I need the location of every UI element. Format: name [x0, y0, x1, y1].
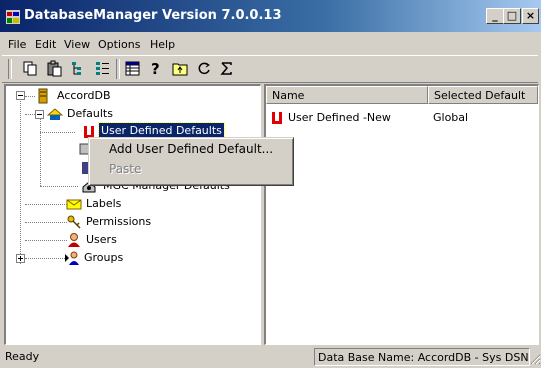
tree-item-accorddb[interactable]: AccordDB — [57, 89, 111, 102]
menu-options[interactable]: Options — [98, 38, 140, 51]
defaults-icon — [47, 108, 63, 120]
sigma-icon[interactable] — [218, 60, 235, 77]
tree-item-permissions[interactable]: Permissions — [86, 215, 151, 228]
tree-line — [40, 186, 78, 187]
tree-line — [25, 204, 67, 205]
tree-line — [25, 96, 35, 97]
tree-line — [20, 101, 21, 264]
users-icon — [68, 233, 80, 247]
groups-icon — [65, 251, 79, 265]
svg-text:?: ? — [151, 60, 160, 77]
details-view-icon[interactable] — [94, 60, 111, 77]
tree-item-groups[interactable]: Groups — [84, 251, 123, 264]
tree-item-labels[interactable]: Labels — [86, 197, 121, 210]
copy-icon[interactable] — [22, 60, 39, 77]
tree-item-user-defined-defaults[interactable]: User Defined Defaults — [98, 122, 225, 139]
maximize-button[interactable]: □ — [503, 8, 521, 24]
menu-help[interactable]: Help — [150, 38, 175, 51]
context-menu-add-user-defined-default[interactable]: Add User Defined Default... — [109, 142, 273, 156]
tree-item-users[interactable]: Users — [86, 233, 117, 246]
expander-groups[interactable] — [16, 254, 25, 263]
database-icon — [38, 88, 48, 104]
context-menu-paste[interactable]: Paste — [109, 162, 141, 176]
column-header-name[interactable]: Name — [266, 86, 428, 104]
list-cell-selected-default: Global — [433, 111, 469, 124]
menu-file[interactable]: File — [8, 38, 26, 51]
tree-line — [40, 132, 75, 133]
list-cell-name[interactable]: User Defined -New — [288, 111, 391, 124]
user-defined-icon — [272, 112, 282, 124]
tree-item-defaults[interactable]: Defaults — [67, 107, 113, 120]
tree-line — [25, 240, 67, 241]
up-folder-icon[interactable] — [172, 60, 189, 77]
labels-icon — [66, 199, 82, 210]
minimize-button[interactable]: _ — [486, 8, 504, 24]
toolbar-grip — [8, 59, 12, 79]
tree-line — [25, 258, 67, 259]
status-ready: Ready — [5, 350, 40, 363]
paste-icon[interactable] — [46, 60, 63, 77]
close-button[interactable]: × — [522, 8, 539, 24]
help-icon[interactable]: ? — [147, 60, 164, 77]
window-title: DatabaseManager Version 7.0.0.13 — [24, 8, 282, 23]
refresh-icon[interactable] — [196, 60, 213, 77]
grid-view-icon[interactable] — [124, 60, 141, 77]
expander-root[interactable] — [16, 91, 25, 100]
permissions-icon — [67, 215, 81, 229]
app-icon — [6, 10, 20, 24]
tree-line — [25, 222, 67, 223]
toolbar-separator — [116, 59, 120, 79]
menu-view[interactable]: View — [64, 38, 90, 51]
resize-grip-icon[interactable] — [529, 353, 541, 365]
status-database-name: Data Base Name: AccordDB - Sys DSN — [314, 348, 530, 366]
tree-line — [25, 114, 35, 115]
expander-defaults[interactable] — [35, 110, 44, 119]
menu-edit[interactable]: Edit — [35, 38, 56, 51]
column-header-selected-default[interactable]: Selected Default — [428, 86, 538, 104]
tree-view-icon[interactable] — [70, 60, 87, 77]
tree-line — [40, 119, 41, 186]
